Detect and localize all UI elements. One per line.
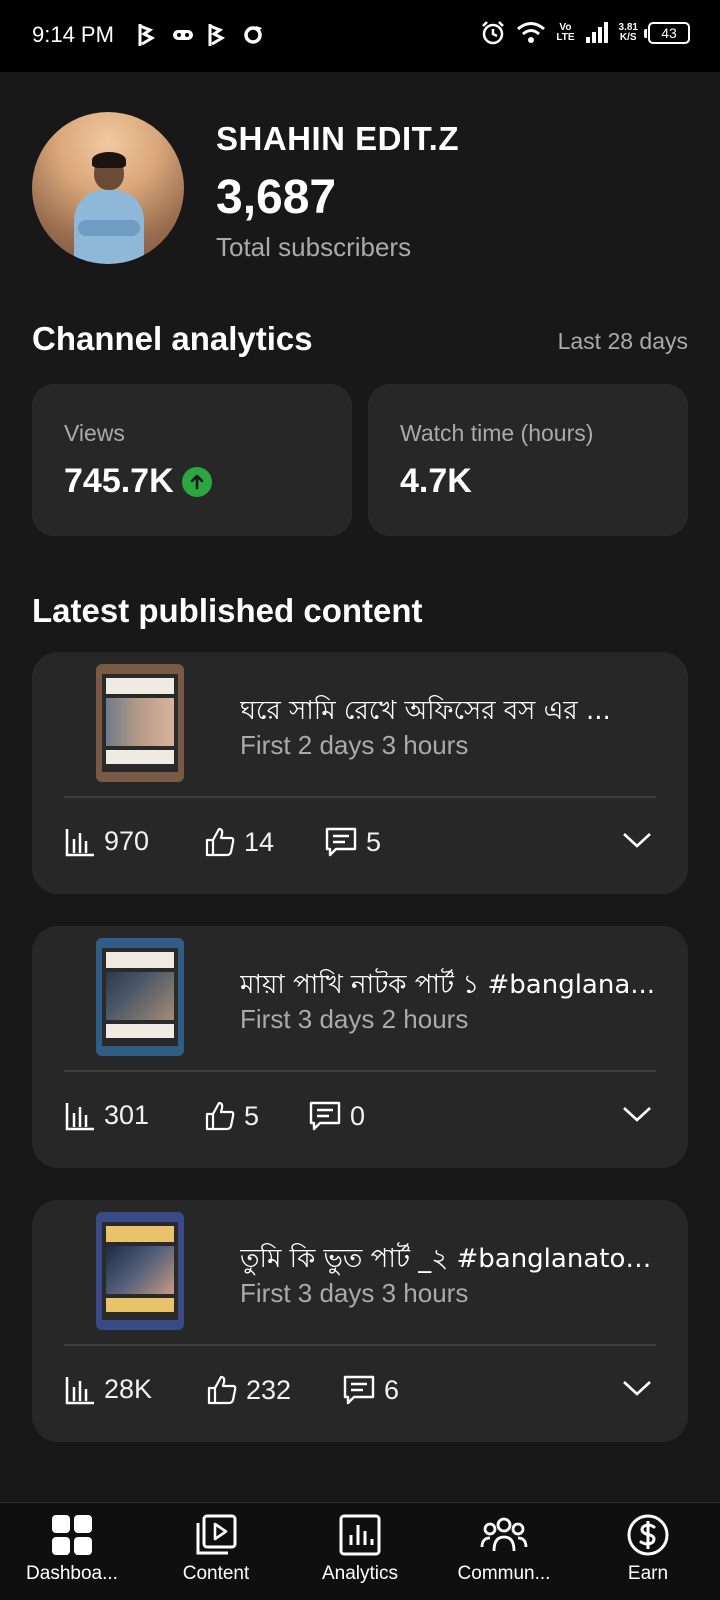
- nav-content[interactable]: Content: [144, 1503, 288, 1600]
- alarm-icon: [482, 21, 505, 45]
- subscriber-label: Total subscribers: [216, 232, 412, 262]
- app-notification-icon: [138, 24, 156, 46]
- likes-count: 14: [244, 826, 275, 857]
- likes-count: 232: [246, 1374, 292, 1405]
- views-value: 745.7K: [64, 462, 174, 500]
- bar-chart-icon: [65, 1102, 94, 1130]
- content-item[interactable]: তুমি কি ভুত পার্ট _২ #banglanatok... Fir…: [32, 1200, 688, 1442]
- chevron-down-icon[interactable]: [622, 830, 652, 850]
- bar-chart-icon: [65, 828, 94, 856]
- gamepad-icon: [173, 30, 193, 40]
- comments-count: 0: [350, 1100, 366, 1131]
- bar-chart-icon: [65, 1376, 94, 1404]
- content-icon: [196, 1514, 237, 1555]
- channel-name: SHAHIN EDIT.Z: [216, 120, 460, 157]
- nav-community[interactable]: Commun...: [432, 1503, 576, 1600]
- views-value-row: 745.7K: [64, 462, 212, 501]
- views-metric: 970: [64, 826, 149, 857]
- analytics-period: Last 28 days: [557, 328, 688, 354]
- wifi-icon: [517, 22, 546, 43]
- views-count: 301: [104, 1100, 150, 1130]
- views-label: Views: [64, 420, 125, 446]
- nav-earn[interactable]: Earn: [576, 1503, 720, 1600]
- app-notification-icon-2: [208, 24, 226, 46]
- chevron-down-icon[interactable]: [622, 1378, 652, 1398]
- nav-earn-label: Earn: [627, 1563, 669, 1584]
- notification-icons: [136, 22, 264, 48]
- battery-icon: 43: [644, 22, 690, 44]
- nav-analytics[interactable]: Analytics: [288, 1503, 432, 1600]
- thumbs-up-icon: [207, 1375, 237, 1405]
- views-count: 970: [104, 826, 150, 856]
- thumbs-up-icon: [205, 1101, 235, 1131]
- comments-metric: 6: [342, 1374, 399, 1406]
- video-age: First 3 days 3 hours: [240, 1278, 469, 1308]
- analytics-icon: [339, 1514, 381, 1556]
- video-title[interactable]: তুমি কি ভুত পার্ট _২ #banglanatok...: [240, 1238, 660, 1282]
- video-thumbnail[interactable]: [96, 938, 184, 1056]
- community-icon: [480, 1517, 528, 1552]
- video-age: First 2 days 3 hours: [240, 730, 469, 760]
- content-item[interactable]: ঘরে সামি রেখে অফিসের বস এর ... First 2 d…: [32, 652, 688, 894]
- likes-metric: 232: [206, 1374, 291, 1406]
- nav-dashboard-label: Dashboa...: [26, 1563, 118, 1584]
- nav-content-label: Content: [182, 1563, 250, 1584]
- comment-icon: [325, 827, 357, 857]
- earn-icon: [627, 1514, 669, 1556]
- divider: [64, 1344, 656, 1346]
- network-speed: 3.81 K/S: [619, 23, 638, 43]
- status-time: 9:14 PM: [32, 22, 114, 47]
- watch-time-value: 4.7K: [400, 462, 472, 500]
- thumbs-up-icon: [205, 827, 235, 857]
- chevron-down-icon[interactable]: [622, 1104, 652, 1124]
- comments-count: 6: [384, 1374, 400, 1405]
- latest-title: Latest published content: [32, 592, 423, 629]
- comments-metric: 0: [308, 1100, 365, 1132]
- status-bar: 9:14 PM Vo LTE 3.81 K/S 43: [0, 0, 720, 72]
- dashboard-icon: [52, 1515, 92, 1555]
- video-thumbnail[interactable]: [96, 1212, 184, 1330]
- nav-dashboard[interactable]: Dashboa...: [0, 1503, 144, 1600]
- comment-icon: [309, 1101, 341, 1131]
- network-speed-unit: K/S: [619, 32, 637, 43]
- divider: [64, 1070, 656, 1072]
- video-age: First 3 days 2 hours: [240, 1004, 469, 1034]
- trend-up-icon: [181, 466, 212, 497]
- likes-count: 5: [244, 1100, 260, 1131]
- system-icons: Vo LTE 3.81 K/S 43: [480, 20, 690, 46]
- views-metric: 28K: [64, 1374, 152, 1405]
- likes-metric: 14: [204, 826, 274, 858]
- content-item[interactable]: মায়া পাখি নাটক পার্ট ১ #banglana... Fir…: [32, 926, 688, 1168]
- network-lte: LTE: [556, 32, 575, 43]
- comments-count: 5: [366, 826, 382, 857]
- signal-icon: [585, 22, 608, 43]
- watch-time-label: Watch time (hours): [400, 420, 594, 446]
- views-metric: 301: [64, 1100, 149, 1131]
- views-count: 28K: [104, 1374, 153, 1404]
- comments-metric: 5: [324, 826, 381, 858]
- views-card[interactable]: Views 745.7K: [32, 384, 352, 536]
- watch-time-value-row: 4.7K: [400, 462, 472, 501]
- nav-analytics-label: Analytics: [321, 1563, 399, 1584]
- bottom-navigation: Dashboa... Content Analytics Commun... E…: [0, 1502, 720, 1600]
- subscriber-count: 3,687: [216, 171, 337, 224]
- channel-avatar[interactable]: [32, 112, 184, 264]
- likes-metric: 5: [204, 1100, 259, 1132]
- network-type: Vo LTE: [556, 23, 574, 43]
- video-title[interactable]: মায়া পাখি নাটক পার্ট ১ #banglana...: [240, 964, 660, 1008]
- watch-time-card[interactable]: Watch time (hours) 4.7K: [368, 384, 688, 536]
- video-thumbnail[interactable]: [96, 664, 184, 782]
- comment-icon: [343, 1375, 375, 1405]
- divider: [64, 796, 656, 798]
- analytics-title: Channel analytics: [32, 320, 313, 357]
- video-title[interactable]: ঘরে সামি রেখে অফিসের বস এর ...: [240, 690, 660, 734]
- sync-icon: [244, 26, 262, 44]
- nav-community-label: Commun...: [457, 1563, 551, 1584]
